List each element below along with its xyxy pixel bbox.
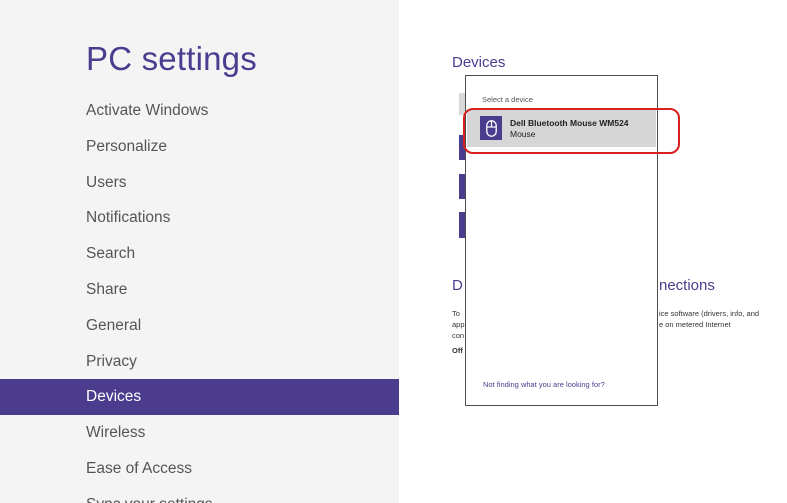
nav-item-sync-settings[interactable]: Sync your settings [0,487,399,503]
metered-description-left: To [452,309,460,318]
nav-item-share[interactable]: Share [0,272,399,308]
nav-item-personalize[interactable]: Personalize [0,129,399,165]
settings-nav-list: Activate Windows Personalize Users Notif… [0,93,399,503]
nav-item-ease-of-access[interactable]: Ease of Access [0,451,399,487]
nav-item-privacy[interactable]: Privacy [0,344,399,380]
settings-navigation-pane: PC settings Activate Windows Personalize… [0,0,399,503]
not-finding-link[interactable]: Not finding what you are looking for? [483,380,605,389]
page-title: PC settings [86,40,257,77]
nav-item-notifications[interactable]: Notifications [0,200,399,236]
nav-item-users[interactable]: Users [0,165,399,201]
nav-item-wireless[interactable]: Wireless [0,415,399,451]
metered-section-heading-right: nections [659,277,715,294]
flyout-caption: Select a device [482,95,533,104]
nav-item-devices[interactable]: Devices [0,379,399,416]
nav-item-search[interactable]: Search [0,236,399,272]
metered-toggle-state: Off [452,346,463,355]
metered-description-left: app [452,320,465,329]
metered-description-right: ice software (drivers, info, and [659,309,760,318]
metered-description-left: con [452,331,465,340]
nav-item-general[interactable]: General [0,308,399,344]
metered-section-heading-left: D [452,277,463,294]
device-highlight-annotation [463,108,680,154]
devices-heading: Devices [452,54,506,71]
metered-description-right: e on metered Internet [659,320,731,329]
nav-item-activate-windows[interactable]: Activate Windows [0,93,399,129]
